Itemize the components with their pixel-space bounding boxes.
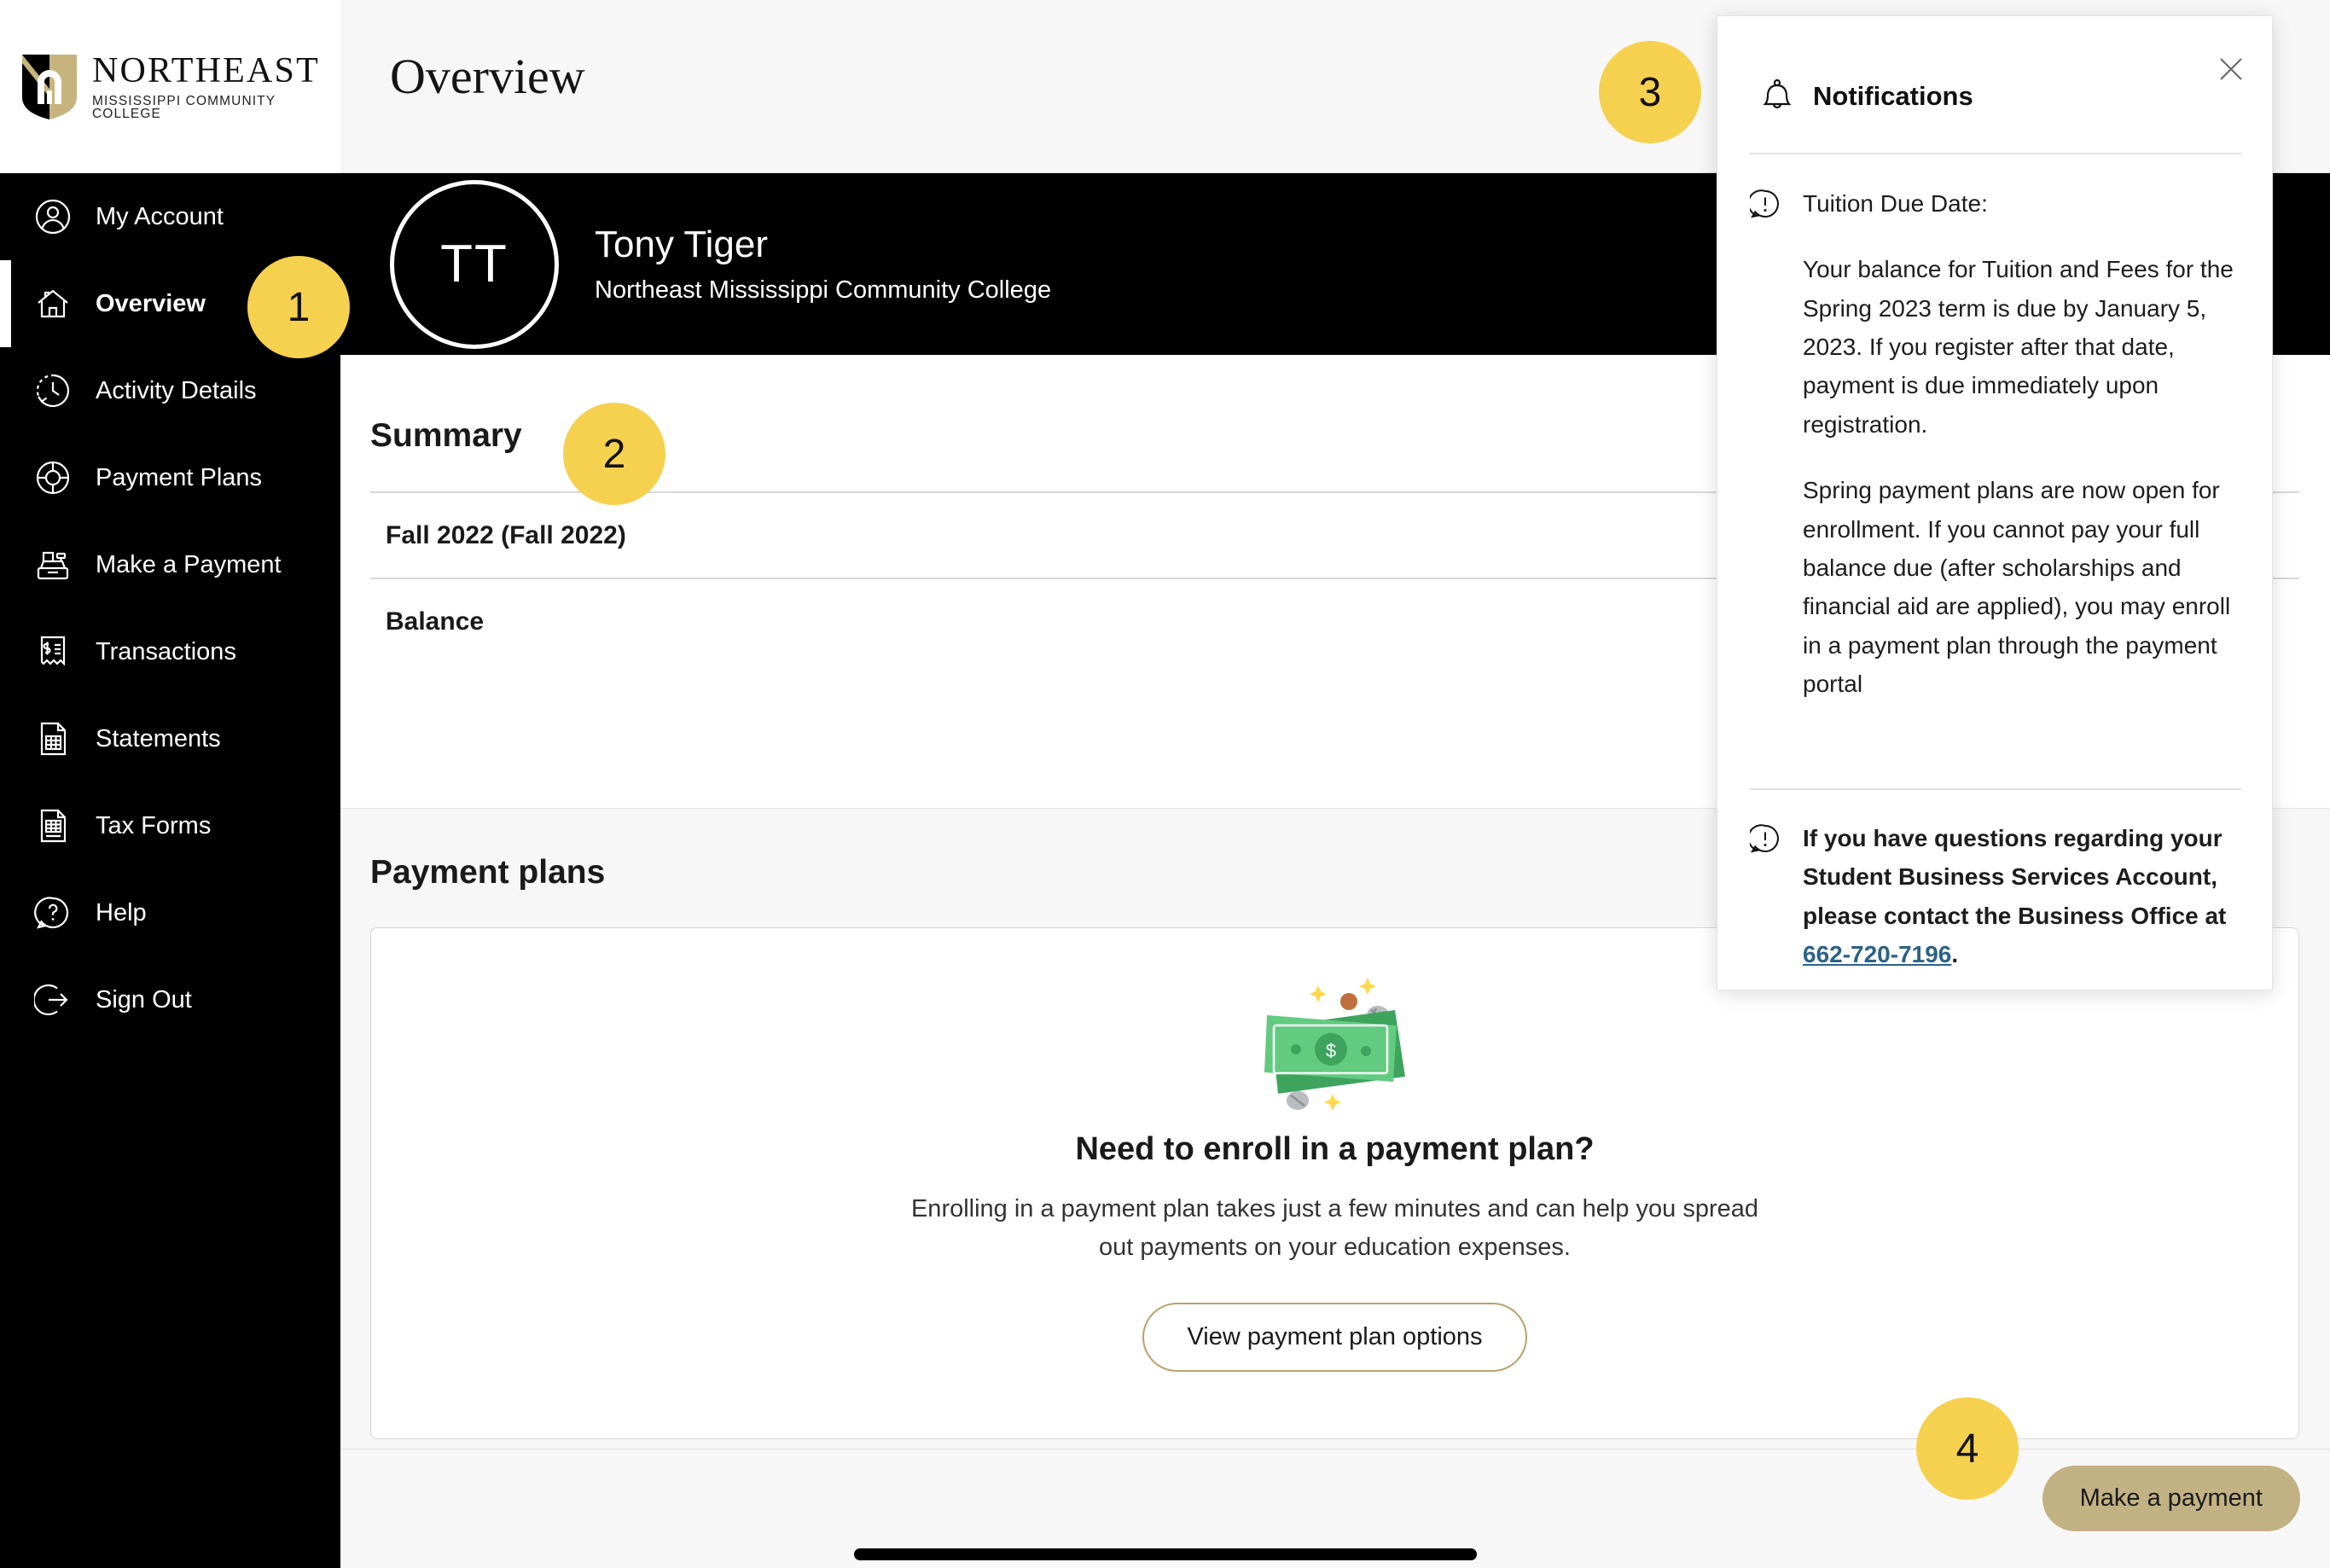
home-indicator [853,1548,1477,1560]
notification-paragraph: Tuition Due Date: [1803,190,1988,217]
donut-chart-icon [31,456,75,500]
svg-text:$: $ [1325,1040,1335,1061]
question-bubble-icon [31,891,75,935]
brand-name: NORTHEAST [92,50,320,90]
payment-plans-empty-card: $ Need to enroll in a payment plan? Enro… [370,927,2299,1439]
business-office-phone-link[interactable]: 662-720-7196 [1803,941,1951,967]
contact-text-after: . [1951,941,1959,968]
cash-register-icon [31,543,75,587]
document-grid-icon [31,717,75,761]
sidebar-item-label: Tax Forms [96,811,212,839]
sidebar-item-label: Transactions [96,637,236,665]
payment-plans-empty-body: Enrolling in a payment plan takes just a… [910,1195,1759,1261]
user-info: Tony Tiger Northeast Mississippi Communi… [595,224,1051,305]
sidebar-item-label: Help [96,898,147,926]
payment-plans-title: Payment plans [370,854,606,891]
make-a-payment-button[interactable]: Make a payment [2042,1466,2300,1531]
divider [1750,788,2241,790]
tax-document-icon [31,804,75,848]
notification-contact-text: If you have questions regarding your Stu… [1803,819,2253,973]
callout-badge-2: 2 [563,403,665,505]
close-icon[interactable] [2214,52,2248,86]
sidebar: NORTHEAST MISSISSIPPI COMMUNITY COLLEGE … [0,0,340,1568]
callout-badge-4: 4 [1916,1397,2019,1500]
app-root: NORTHEAST MISSISSIPPI COMMUNITY COLLEGE … [0,0,2330,1568]
sidebar-item-sign-out[interactable]: Sign Out [0,956,340,1043]
contact-text-before: If you have questions regarding your Stu… [1803,825,2227,929]
sidebar-item-transactions[interactable]: Transactions [0,608,340,695]
brand-subtitle: MISSISSIPPI COMMUNITY COLLEGE [92,93,276,121]
notification-item[interactable]: Tuition Due Date: Your balance for Tuiti… [1750,184,2253,703]
sidebar-item-activity-details[interactable]: Activity Details [0,347,340,434]
sidebar-item-label: Overview [96,289,206,317]
clock-history-icon [31,369,75,413]
avatar: TT [390,179,559,349]
sidebar-item-my-account[interactable]: My Account [0,173,340,260]
sidebar-item-label: Sign Out [96,985,192,1013]
notification-paragraph: Your balance for Tuition and Fees for th… [1803,256,2234,438]
page-title: Overview [390,49,585,104]
notifications-header: Notifications [1760,78,1973,115]
callout-badge-1: 1 [247,256,350,358]
user-organization: Northeast Mississippi Community College [595,276,1052,304]
sidebar-item-label: My Account [96,202,224,230]
summary-row-label: Fall 2022 (Fall 2022) [386,520,626,549]
northeast-shield-logo [22,54,77,119]
notification-contact-item[interactable]: If you have questions regarding your Stu… [1750,819,2253,973]
sign-out-icon [31,978,75,1022]
sidebar-item-label: Activity Details [96,376,257,404]
sidebar-item-statements[interactable]: Statements [0,695,340,782]
money-bills-coins-illustration: $ [1264,978,1405,1111]
receipt-dollar-icon [31,630,75,674]
summary-title: Summary [370,417,522,454]
sidebar-item-make-a-payment[interactable]: Make a Payment [0,521,340,608]
notifications-title: Notifications [1813,81,1973,111]
user-name: Tony Tiger [595,224,768,266]
sidebar-item-help[interactable]: Help [0,869,340,956]
callout-badge-3: 3 [1599,41,1701,143]
brand-header[interactable]: NORTHEAST MISSISSIPPI COMMUNITY COLLEGE [0,0,340,173]
home-icon [31,282,75,326]
notification-paragraph: Spring payment plans are now open for en… [1803,477,2231,697]
notification-text: Tuition Due Date: Your balance for Tuiti… [1803,184,2253,703]
sidebar-item-tax-forms[interactable]: Tax Forms [0,782,340,869]
notifications-panel: Notifications Tuition Due Date: Your bal… [1717,15,2273,990]
sidebar-item-payment-plans[interactable]: Payment Plans [0,434,340,521]
bell-icon [1763,78,1792,109]
alert-circle-icon [1750,824,1779,853]
sidebar-item-label: Statements [96,724,221,752]
alert-circle-icon [1750,189,1779,218]
summary-row-label: Balance [386,607,485,636]
view-payment-plan-options-button[interactable]: View payment plan options [1142,1302,1527,1372]
sidebar-item-label: Payment Plans [96,463,263,491]
user-circle-icon [31,195,75,239]
avatar-initials: TT [440,235,508,293]
sidebar-item-label: Make a Payment [96,550,282,578]
payment-plans-empty-heading: Need to enroll in a payment plan? [1075,1131,1595,1167]
divider [1750,153,2241,154]
